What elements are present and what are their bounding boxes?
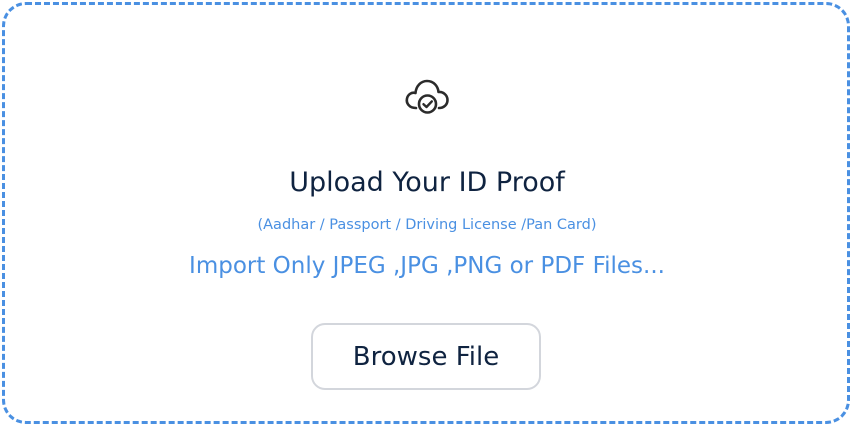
browse-file-button[interactable]: Browse File: [311, 323, 541, 390]
browse-file-label: Browse File: [352, 341, 500, 372]
upload-title: Upload Your ID Proof: [289, 167, 565, 198]
accepted-documents-text: (Aadhar / Passport / Driving License /Pa…: [257, 217, 597, 233]
accepted-formats-text: Import Only JPEG ,JPG ,PNG or PDF Files.…: [189, 253, 665, 279]
cloud-check-icon: [405, 79, 449, 114]
